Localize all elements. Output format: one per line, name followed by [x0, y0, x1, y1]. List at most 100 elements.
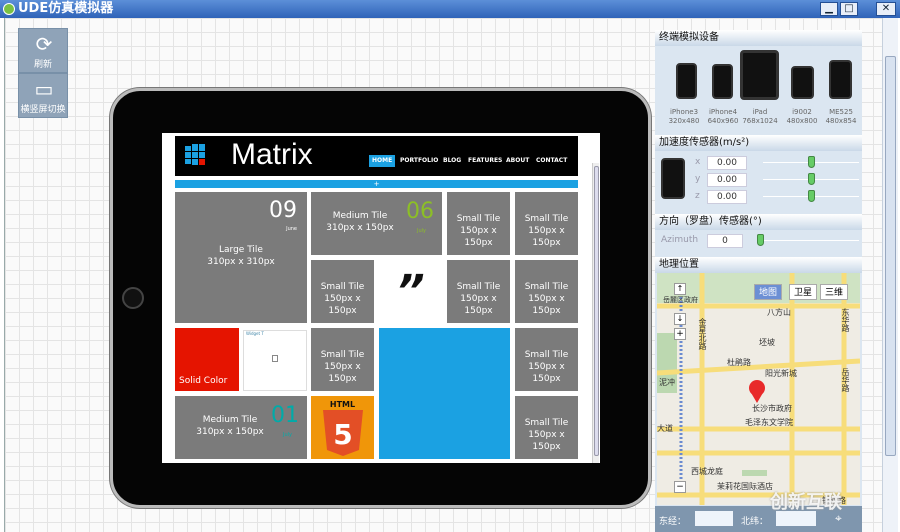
quote-tile[interactable]: ”	[379, 260, 442, 323]
tile-title: Small Tile	[320, 282, 365, 292]
tile-size: 150px x 150px	[324, 362, 361, 384]
refresh-label: 刷新	[33, 60, 52, 70]
tile-size: 150px x 150px	[460, 226, 497, 248]
map-view[interactable]: ↑ ↓ + − 地图 卫星 三维 八方山 岳麓区政府 金星北路 坯坡 杜鹃路 阳…	[657, 273, 860, 505]
azimuth-input[interactable]: 0	[707, 234, 743, 248]
device-iphone3[interactable]	[676, 63, 697, 99]
azimuth-slider[interactable]	[757, 234, 859, 246]
tile-title: Large Tile	[219, 245, 263, 255]
pan-down-button[interactable]: ↓	[674, 313, 686, 325]
rotate-screen-button[interactable]: ▭ 横竖屏切换	[18, 73, 68, 118]
accel-z-slider[interactable]	[763, 190, 859, 202]
axis-label-x: x	[695, 157, 701, 167]
medium-tile[interactable]: Medium Tile 310px x 150px 01 July	[175, 396, 307, 459]
widget-tile[interactable]: Widget T	[243, 330, 307, 391]
slider-thumb[interactable]	[757, 234, 764, 246]
tile-size: 150px x 150px	[528, 226, 565, 248]
home-button[interactable]	[122, 287, 144, 309]
tile-title: Solid Color	[179, 376, 228, 386]
maximize-button[interactable]: □	[840, 2, 858, 16]
window-title: UDE仿真模拟器	[18, 1, 114, 16]
tile-month: July	[283, 432, 292, 438]
map-label: 坯坡	[759, 338, 775, 347]
small-tile[interactable]: Small Tile 150px x 150px	[311, 328, 374, 391]
accel-y-input[interactable]: 0.00	[707, 173, 747, 187]
tile-title: Small Tile	[524, 350, 569, 360]
tile-date: 06	[406, 199, 434, 224]
html5-shield-icon: 5	[323, 410, 363, 456]
device-iphone4[interactable]	[712, 64, 733, 99]
device-resolution: 320x480	[668, 117, 700, 125]
tile-size: 150px x 150px	[324, 294, 361, 316]
slider-thumb[interactable]	[808, 190, 815, 202]
small-tile[interactable]: Small Tile 150px x 150px	[515, 396, 578, 459]
device-name: iPhone4	[708, 108, 738, 116]
map-type-3d[interactable]: 三维	[820, 284, 849, 300]
nav-portfolio[interactable]: PORTFOLIO	[397, 155, 441, 167]
medium-tile[interactable]: Medium Tile 310px x 150px 06 July	[311, 192, 442, 255]
tile-month: July	[417, 228, 426, 234]
device-i9002[interactable]	[791, 66, 814, 99]
broken-image-icon	[272, 355, 278, 362]
window-scrollbar[interactable]	[882, 18, 898, 532]
screen-scrollbar[interactable]	[592, 163, 599, 463]
map-label: 金星北路	[698, 318, 707, 350]
map-type-satellite[interactable]: 卫星	[789, 284, 818, 300]
map-label: 杜鹃路	[727, 358, 751, 367]
site-header: Matrix HOME PORTFOLIO BLOG FEATURES ABOU…	[175, 136, 578, 176]
nav-about[interactable]: ABOUT	[503, 155, 532, 167]
minimize-button[interactable]: ▁	[820, 2, 838, 16]
accelerometer-heading: 加速度传感器(m/s²)	[655, 135, 862, 151]
scrollbar-thumb[interactable]	[594, 166, 599, 456]
tile-title: Medium Tile	[332, 211, 388, 221]
html5-tile[interactable]: HTML 5	[311, 396, 374, 459]
map-label: 岳麓区政府	[663, 296, 698, 304]
pan-up-button[interactable]: ↑	[674, 283, 686, 295]
geolocation-heading: 地理位置	[655, 257, 862, 273]
expand-bar[interactable]: +	[175, 180, 578, 188]
accel-y-slider[interactable]	[763, 173, 859, 185]
blue-tile[interactable]	[379, 328, 510, 459]
small-tile[interactable]: Small Tile 150px x 150px	[515, 260, 578, 323]
device-name: i9002	[792, 108, 812, 116]
scrollbar-thumb[interactable]	[885, 56, 896, 456]
slider-thumb[interactable]	[808, 173, 815, 185]
map-label: 东华路	[841, 308, 850, 332]
small-tile[interactable]: Small Tile 150px x 150px	[447, 260, 510, 323]
tile-month: June	[286, 226, 297, 232]
tile-title: Small Tile	[524, 282, 569, 292]
refresh-button[interactable]: ⟳ 刷新	[18, 28, 68, 73]
small-tile[interactable]: Small Tile 150px x 150px	[515, 192, 578, 255]
solid-color-tile[interactable]: Solid Color	[175, 328, 239, 391]
small-tile[interactable]: Small Tile 150px x 150px	[447, 192, 510, 255]
accel-x-slider[interactable]	[763, 156, 859, 168]
large-tile[interactable]: 09 June Large Tile 310px x 310px	[175, 192, 307, 323]
map-roads	[657, 273, 860, 505]
map-label: 大道	[657, 424, 673, 433]
nav-features[interactable]: FEATURES	[465, 155, 505, 167]
orientation-heading: 方向（罗盘）传感器(°)	[655, 214, 862, 230]
tile-date: 09	[269, 198, 297, 223]
watermark-logo: 创新互联	[770, 492, 842, 513]
device-resolution: 480x800	[786, 117, 818, 125]
longitude-input[interactable]	[695, 511, 733, 526]
small-tile[interactable]: Small Tile 150px x 150px	[515, 328, 578, 391]
accelerometer-device-icon	[661, 158, 685, 199]
map-type-map[interactable]: 地图	[754, 284, 783, 300]
nav-blog[interactable]: BLOG	[440, 155, 464, 167]
svg-text:5: 5	[333, 418, 352, 451]
small-tile[interactable]: Small Tile 150px x 150px	[311, 260, 374, 323]
tile-size: 150px x 150px	[528, 294, 565, 316]
device-ipad[interactable]	[740, 50, 779, 100]
zoom-in-button[interactable]: +	[674, 328, 686, 340]
nav-contact[interactable]: CONTACT	[533, 155, 570, 167]
slider-thumb[interactable]	[808, 156, 815, 168]
device-me525[interactable]	[829, 60, 852, 99]
tile-size: 150px x 150px	[528, 362, 565, 384]
side-panel: 终端模拟设备 iPhone3 320x480 iPhone4 640x960 iPa…	[655, 30, 862, 532]
zoom-out-button[interactable]: −	[674, 481, 686, 493]
accel-x-input[interactable]: 0.00	[707, 156, 747, 170]
close-button[interactable]: ✕	[876, 2, 896, 16]
accel-z-input[interactable]: 0.00	[707, 190, 747, 204]
nav-home[interactable]: HOME	[369, 155, 396, 167]
